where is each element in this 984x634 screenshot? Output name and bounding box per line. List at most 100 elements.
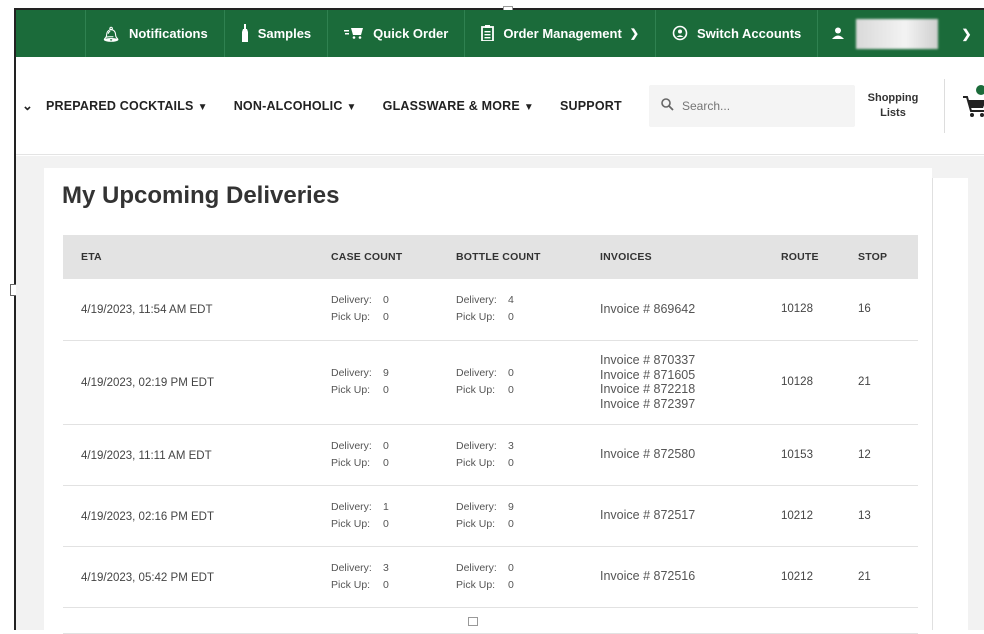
page-title: My Upcoming Deliveries (62, 182, 340, 209)
bottle-delivery-value: 9 (508, 500, 514, 513)
pickup-label: Pick Up: (331, 578, 371, 591)
search-input[interactable] (682, 99, 832, 113)
shopping-cart-icon[interactable] (962, 93, 984, 126)
clipboard-icon (481, 24, 495, 43)
nav-support[interactable]: SUPPORT (560, 99, 622, 113)
invoices-cell: Invoice # 870337 Invoice # 871605 Invoic… (600, 340, 781, 425)
case-pickup: Pick Up: 0 (331, 577, 456, 594)
table-header-row: ETA CASE COUNT BOTTLE COUNT INVOICES ROU… (63, 235, 918, 279)
route-cell: 10128 (781, 279, 858, 341)
eta-value: 4/19/2023, 02:16 PM EDT (81, 510, 214, 523)
pickup-label: Pick Up: (456, 311, 496, 324)
bottle-pickup-value: 0 (508, 456, 514, 469)
delivery-label: Delivery: (331, 500, 372, 513)
partial-row-cell (63, 607, 918, 634)
pickup-label: Pick Up: (331, 517, 371, 530)
pickup-label: Pick Up: (331, 311, 371, 324)
case-pickup: Pick Up: 0 (331, 516, 456, 533)
user-menu-toggle[interactable]: ❯ (949, 10, 984, 57)
nav-item-label: NON-ALCOHOLIC (233, 98, 343, 113)
order-management-label: Order Management (503, 26, 622, 41)
eta-cell: 4/19/2023, 02:16 PM EDT (63, 485, 331, 547)
chevron-down-icon: ❯ (629, 28, 640, 40)
chevron-down-icon[interactable]: ⌄ (16, 98, 46, 114)
shopping-lists-label: Lists (880, 107, 906, 119)
bottle-delivery-value: 3 (508, 439, 514, 452)
bottle-pickup-value: 0 (508, 578, 514, 591)
pickup-label: Pick Up: (456, 578, 496, 591)
nav-non-alcoholic[interactable]: NON-ALCOHOLIC ▼ (234, 99, 357, 113)
bottle-delivery-value: 0 (508, 561, 514, 574)
app-frame: 🔔︎ Notifications Samples Quick Order Ord… (0, 0, 984, 634)
bottle-count-cell: Delivery: 3 Pick Up: 0 (456, 424, 600, 486)
invoice-link[interactable]: Invoice # 871605 (600, 368, 781, 383)
nav-item-label: SUPPORT (560, 98, 622, 113)
pickup-label: Pick Up: (456, 517, 496, 530)
bottle-pickup: Pick Up: 0 (456, 382, 600, 399)
search-box (649, 85, 855, 127)
invoice-link[interactable]: Invoice # 872516 (600, 569, 781, 584)
switch-account-icon (672, 25, 688, 43)
samples-label: Samples (257, 26, 312, 41)
invoice-link[interactable]: Invoice # 870337 (600, 353, 781, 368)
invoices-cell: Invoice # 872517 (600, 485, 781, 547)
bottle-delivery-value: 0 (508, 367, 514, 379)
bottle-count-cell: Delivery: 0 Pick Up: 0 (456, 546, 600, 608)
invoice-link[interactable]: Invoice # 872397 (600, 397, 781, 412)
delivery-label: Delivery: (456, 500, 497, 513)
user-icon (832, 27, 845, 41)
search-icon (661, 98, 674, 114)
bottle-pickup-value: 0 (508, 311, 514, 324)
column-header-eta: ETA (63, 235, 331, 279)
delivery-label: Delivery: (331, 367, 372, 379)
invoices-cell: Invoice # 869642 (600, 279, 781, 341)
invoice-link[interactable]: Invoice # 872218 (600, 382, 781, 397)
invoice-link[interactable]: Invoice # 872580 (600, 447, 781, 462)
stop-cell: 16 (858, 279, 918, 341)
pickup-label: Pick Up: (456, 456, 496, 469)
delivery-label: Delivery: (456, 294, 497, 307)
delivery-label: Delivery: (331, 561, 372, 574)
case-pickup-value: 0 (383, 517, 389, 530)
invoices-cell: Invoice # 872580 (600, 424, 781, 486)
nav-glassware-more[interactable]: GLASSWARE & MORE ▼ (383, 99, 534, 113)
table-row: 4/19/2023, 11:54 AM EDT Delivery: 0 Pick … (63, 279, 918, 341)
notifications-link[interactable]: 🔔︎ Notifications (86, 10, 225, 57)
deliveries-table: ETA CASE COUNT BOTTLE COUNT INVOICES ROU… (63, 235, 918, 634)
stop-cell: 21 (858, 340, 918, 425)
invoice-link[interactable]: Invoice # 869642 (600, 302, 781, 317)
column-header-route: ROUTE (781, 235, 858, 279)
shopping-lists-link[interactable]: Shopping Lists (858, 91, 928, 121)
chevron-down-icon: ▼ (197, 101, 208, 113)
invoice-link[interactable]: Invoice # 872517 (600, 508, 781, 523)
nav-prepared-cocktails[interactable]: PREPARED COCKTAILS ▼ (46, 99, 208, 113)
bottle-count-cell: Delivery: 9 Pick Up: 0 (456, 485, 600, 547)
nav-item-label: GLASSWARE & MORE (382, 98, 520, 113)
table-row: 4/19/2023, 02:19 PM EDT Delivery: 9 Pick … (63, 340, 918, 425)
eta-value: 4/19/2023, 02:19 PM EDT (81, 377, 214, 389)
case-pickup-value: 0 (383, 384, 389, 396)
delivery-label: Delivery: (456, 439, 497, 452)
delivery-label: Delivery: (331, 439, 372, 452)
case-delivery-value: 0 (383, 439, 389, 452)
case-delivery: Delivery: 3 (331, 560, 456, 577)
nav-item-label: PREPARED COCKTAILS (46, 98, 194, 113)
column-header-case-count: CASE COUNT (331, 235, 456, 279)
switch-accounts-link[interactable]: Switch Accounts (656, 10, 819, 57)
table-row: 4/19/2023, 02:16 PM EDT Delivery: 1 Pick … (63, 485, 918, 547)
pickup-label: Pick Up: (456, 384, 496, 396)
samples-link[interactable]: Samples (225, 10, 329, 57)
bottle-delivery: Delivery: 0 (456, 365, 600, 382)
bottle-pickup: Pick Up: 0 (456, 577, 600, 594)
eta-value: 4/19/2023, 11:11 AM EDT (81, 449, 212, 462)
case-pickup: Pick Up: 0 (331, 455, 456, 472)
quick-order-link[interactable]: Quick Order (328, 10, 466, 57)
user-account-menu[interactable] (818, 10, 949, 57)
bottle-delivery: Delivery: 3 (456, 438, 600, 455)
order-management-menu[interactable]: Order Management ❯ (465, 10, 657, 57)
checkbox[interactable] (468, 617, 478, 626)
bottle-pickup-value: 0 (508, 517, 514, 530)
route-cell: 10153 (781, 424, 858, 486)
case-delivery-value: 0 (383, 294, 389, 307)
bottle-count-cell: Delivery: 0 Pick Up: 0 (456, 340, 600, 425)
